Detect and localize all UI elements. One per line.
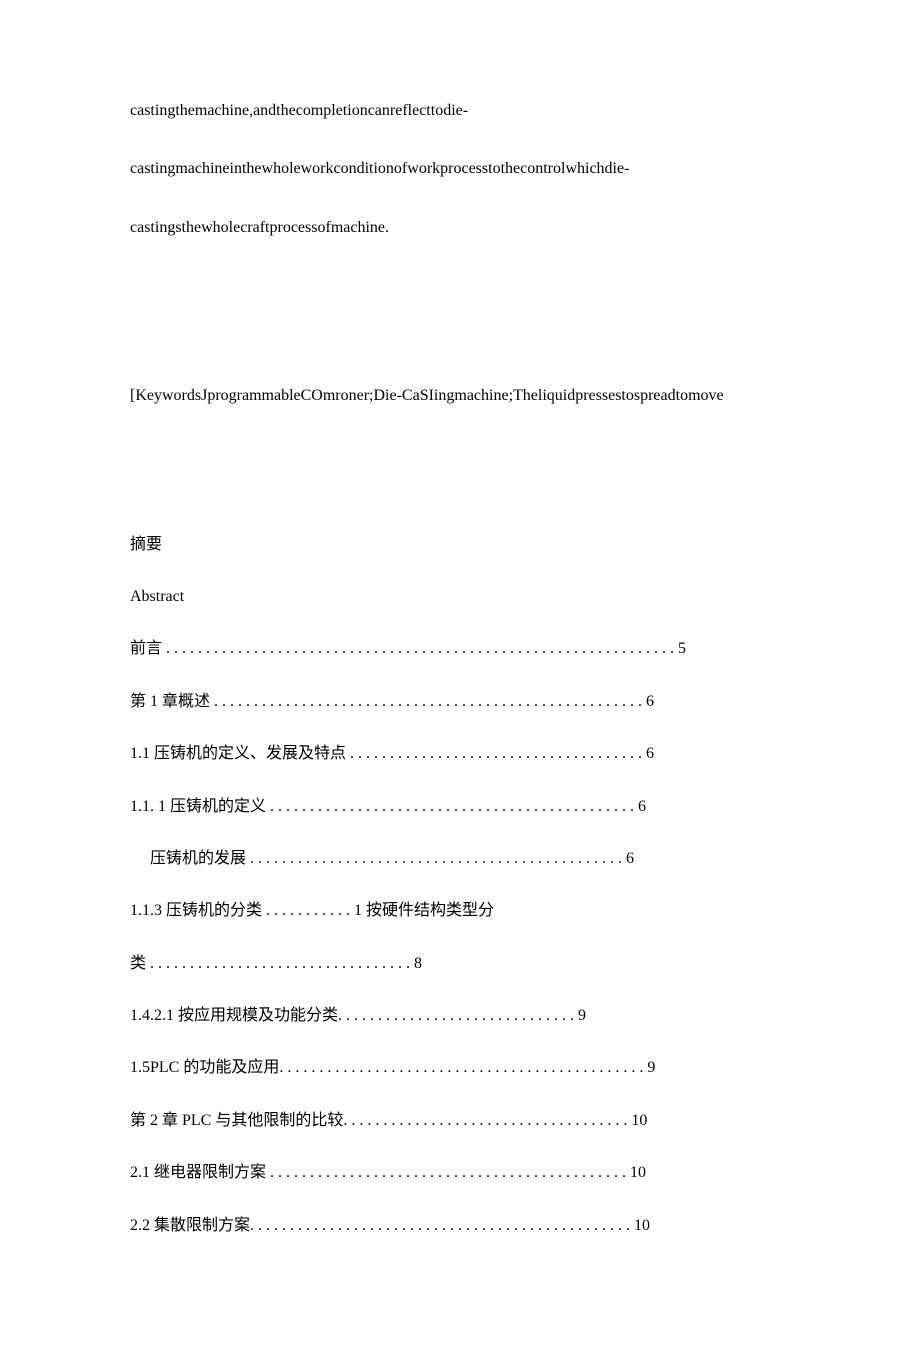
toc-entry-class-cont: 类 . . . . . . . . . . . . . . . . . . . … [130, 953, 790, 975]
toc-entry-preface: 前言 . . . . . . . . . . . . . . . . . . .… [130, 638, 790, 660]
toc-heading-abstract-cn: 摘要 [130, 534, 790, 556]
keywords-paragraph: [KeywordsJprogrammableCOmroner;Die-CaSIi… [130, 385, 790, 407]
toc-entry-1-1: 1.1 压铸机的定义、发展及特点 . . . . . . . . . . . .… [130, 743, 790, 765]
toc-entry-1-4-2-1: 1.4.2.1 按应用规模及功能分类. . . . . . . . . . . … [130, 1005, 790, 1027]
spacer [130, 275, 790, 385]
body-paragraph: castingsthewholecraftprocessofmachine. [130, 217, 790, 239]
toc-heading-abstract-en: Abstract [130, 586, 790, 608]
toc-entry-1-5: 1.5PLC 的功能及应用. . . . . . . . . . . . . .… [130, 1057, 790, 1079]
toc-entry-development: 压铸机的发展 . . . . . . . . . . . . . . . . .… [130, 848, 790, 870]
toc-entry-chapter1: 第 1 章概述 . . . . . . . . . . . . . . . . … [130, 691, 790, 713]
toc-entry-2-1: 2.1 继电器限制方案 . . . . . . . . . . . . . . … [130, 1162, 790, 1184]
spacer [130, 444, 790, 534]
toc-entry-chapter2: 第 2 章 PLC 与其他限制的比较. . . . . . . . . . . … [130, 1110, 790, 1132]
toc-entry-2-2: 2.2 集散限制方案. . . . . . . . . . . . . . . … [130, 1215, 790, 1237]
document-page: castingthemachine,andthecompletioncanref… [0, 0, 920, 1367]
body-paragraph: castingthemachine,andthecompletioncanref… [130, 100, 790, 122]
toc-entry-1-1-3: 1.1.3 压铸机的分类 . . . . . . . . . . . 1 按硬件… [130, 900, 790, 922]
body-paragraph: castingmachineinthewholeworkconditionofw… [130, 158, 790, 180]
toc-entry-1-1-1: 1.1. 1 压铸机的定义 . . . . . . . . . . . . . … [130, 796, 790, 818]
